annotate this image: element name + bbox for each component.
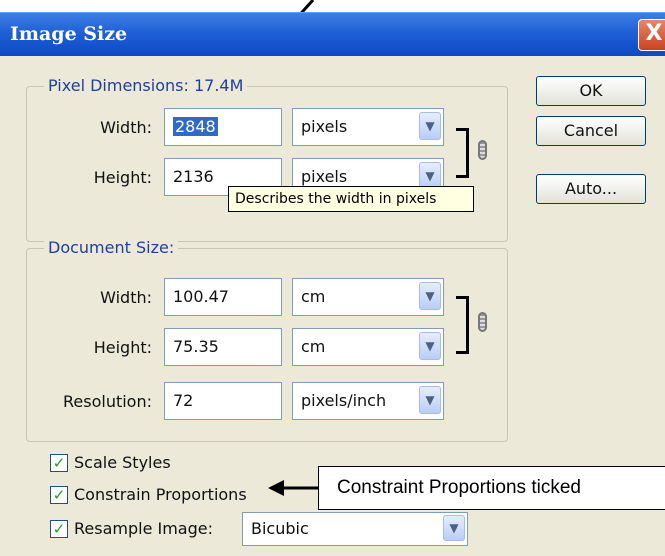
pixel-width-input[interactable]: 2848: [164, 108, 282, 146]
checkmark-icon: ✓: [52, 454, 66, 472]
resolution-label: Resolution:: [63, 392, 152, 411]
constrain-proportions-label[interactable]: Constrain Proportions: [74, 485, 247, 504]
chain-link-icon: [478, 312, 487, 332]
pixel-dimensions-label: Pixel Dimensions: 17.4M: [44, 76, 248, 95]
annotation-arrow-callout: [268, 480, 318, 496]
resample-image-label[interactable]: Resample Image:: [74, 519, 213, 538]
title-bar[interactable]: Image Size X: [0, 12, 665, 57]
chain-link-icon: [478, 140, 487, 160]
window-title: Image Size: [10, 23, 128, 45]
chevron-down-icon[interactable]: ▼: [419, 386, 441, 414]
chevron-down-icon[interactable]: ▼: [419, 332, 441, 360]
document-height-label: Height:: [93, 338, 152, 357]
auto-button[interactable]: Auto...: [536, 174, 646, 204]
ok-button[interactable]: OK: [536, 76, 646, 106]
pixel-width-label: Width:: [100, 118, 152, 137]
pixel-dimensions-size: 17.4M: [193, 76, 244, 95]
resample-image-checkbox[interactable]: ✓: [50, 520, 68, 538]
scale-styles-label[interactable]: Scale Styles: [74, 453, 171, 472]
document-width-unit-select[interactable]: cm ▼: [292, 278, 444, 316]
width-tooltip: Describes the width in pixels: [228, 186, 474, 212]
chevron-down-icon[interactable]: ▼: [443, 515, 465, 541]
document-constrain-bracket: [456, 296, 469, 354]
chevron-down-icon[interactable]: ▼: [419, 112, 441, 140]
resolution-unit-select[interactable]: pixels/inch ▼: [292, 382, 444, 420]
resample-method-select[interactable]: Bicubic ▼: [242, 512, 468, 546]
checkmark-icon: ✓: [52, 520, 66, 538]
document-width-label: Width:: [100, 288, 152, 307]
document-height-unit-select[interactable]: cm ▼: [292, 328, 444, 366]
close-icon: X: [645, 21, 663, 46]
pixel-constrain-bracket: [456, 128, 469, 178]
pixel-height-label: Height:: [93, 168, 152, 187]
document-size-label: Document Size:: [44, 238, 179, 257]
annotation-callout: Constraint Proportions ticked: [318, 466, 665, 510]
checkmark-icon: ✓: [52, 486, 66, 504]
document-height-input[interactable]: 75.35: [164, 328, 282, 366]
resolution-input[interactable]: 72: [164, 382, 282, 420]
close-button[interactable]: X: [638, 19, 665, 51]
pixel-width-unit-select[interactable]: pixels ▼: [292, 108, 444, 146]
constrain-proportions-checkbox[interactable]: ✓: [50, 486, 68, 504]
cancel-button[interactable]: Cancel: [536, 116, 646, 146]
document-width-input[interactable]: 100.47: [164, 278, 282, 316]
scale-styles-checkbox[interactable]: ✓: [50, 454, 68, 472]
chevron-down-icon[interactable]: ▼: [419, 282, 441, 310]
